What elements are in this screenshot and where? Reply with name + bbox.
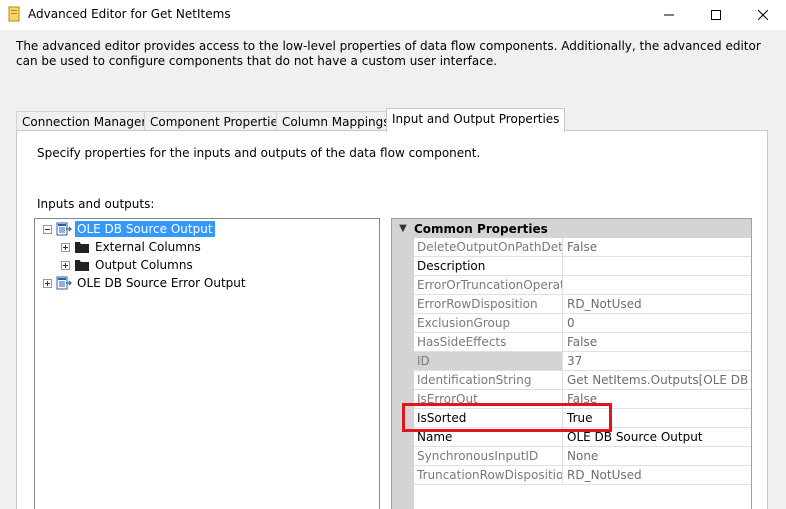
property-value[interactable]: RD_NotUsed xyxy=(564,295,751,313)
property-grid[interactable]: ▼ Common Properties DeleteOutputOnPathDe… xyxy=(391,218,752,509)
property-name: DeleteOutputOnPathDetach xyxy=(414,238,563,256)
property-name: TruncationRowDisposition xyxy=(414,466,563,484)
folder-icon xyxy=(75,260,89,271)
property-row-deleteoutputonpathdetach[interactable]: DeleteOutputOnPathDetach False xyxy=(414,238,751,257)
property-row-errorortruncationoperation[interactable]: ErrorOrTruncationOperation xyxy=(414,276,751,295)
property-row-iserrorout[interactable]: IsErrorOut False xyxy=(414,390,751,409)
property-name: Name xyxy=(414,428,563,446)
property-name: ID xyxy=(414,352,563,370)
tree-item-ole-db-source-output[interactable]: OLE DB Source Output xyxy=(43,220,215,238)
maximize-icon xyxy=(711,9,721,20)
property-row-exclusiongroup[interactable]: ExclusionGroup 0 xyxy=(414,314,751,333)
property-row-errorrowdisposition[interactable]: ErrorRowDisposition RD_NotUsed xyxy=(414,295,751,314)
property-name: ErrorOrTruncationOperation xyxy=(414,276,563,294)
tab-input-output-properties[interactable]: Input and Output Properties xyxy=(386,108,566,132)
property-row-synchronousinputid[interactable]: SynchronousInputID None xyxy=(414,447,751,466)
property-value[interactable]: Get NetItems.Outputs[OLE DB Source Outpu… xyxy=(564,371,751,389)
expand-icon[interactable] xyxy=(61,242,70,252)
minimize-icon xyxy=(664,14,674,15)
tab-label: Connection Managers xyxy=(22,115,153,129)
title-bar: Advanced Editor for Get NetItems xyxy=(0,0,786,30)
close-button[interactable] xyxy=(740,0,786,29)
editor-description: The advanced editor provides access to t… xyxy=(16,39,761,68)
property-name: ErrorRowDisposition xyxy=(414,295,563,313)
collapse-icon[interactable] xyxy=(43,224,52,234)
tab-label: Input and Output Properties xyxy=(392,112,560,126)
property-value[interactable]: None xyxy=(564,447,751,465)
inputs-outputs-tree[interactable]: OLE DB Source Output External Columns Ou… xyxy=(34,218,380,509)
tab-label: Column Mappings xyxy=(282,115,390,129)
tab-label: Component Properties xyxy=(150,115,285,129)
expand-icon[interactable] xyxy=(61,260,70,270)
tab-panel: Specify properties for the inputs and ou… xyxy=(16,130,768,509)
property-row-description[interactable]: Description xyxy=(414,257,751,276)
property-name: HasSideEffects xyxy=(414,333,563,351)
property-value[interactable]: OLE DB Source Output xyxy=(564,428,751,446)
property-row-id[interactable]: ID 37 xyxy=(414,352,751,371)
property-row-name[interactable]: Name OLE DB Source Output xyxy=(414,428,751,447)
property-name: IsErrorOut xyxy=(414,390,563,408)
maximize-button[interactable] xyxy=(693,0,739,29)
property-name: SynchronousInputID xyxy=(414,447,563,465)
property-value[interactable]: RD_NotUsed xyxy=(564,466,751,484)
tree-item-label: OLE DB Source Error Output xyxy=(77,276,246,290)
output-icon xyxy=(56,222,72,236)
expand-icon[interactable] xyxy=(43,278,52,288)
panel-description: Specify properties for the inputs and ou… xyxy=(37,146,481,160)
property-value[interactable] xyxy=(564,257,751,275)
folder-icon xyxy=(75,242,89,253)
close-icon xyxy=(758,9,768,20)
tree-item-label: OLE DB Source Output xyxy=(75,221,215,237)
output-icon xyxy=(56,276,72,290)
property-name: ExclusionGroup xyxy=(414,314,563,332)
property-name: IsSorted xyxy=(414,409,563,427)
property-value[interactable]: False xyxy=(564,390,751,408)
tree-item-label: External Columns xyxy=(95,240,201,254)
inputs-outputs-label: Inputs and outputs: xyxy=(37,197,155,211)
tab-connection-managers[interactable]: Connection Managers xyxy=(16,111,159,131)
property-value[interactable]: 37 xyxy=(564,352,751,370)
tree-item-label: Output Columns xyxy=(95,258,193,272)
property-value[interactable]: False xyxy=(564,333,751,351)
minimize-button[interactable] xyxy=(646,0,692,29)
property-row-hassideeffects[interactable]: HasSideEffects False xyxy=(414,333,751,352)
grid-gutter xyxy=(392,238,414,509)
window-title: Advanced Editor for Get NetItems xyxy=(28,7,231,21)
property-name: Description xyxy=(414,257,563,275)
category-label: Common Properties xyxy=(414,221,548,236)
chevron-down-icon[interactable]: ▼ xyxy=(392,223,414,234)
property-value[interactable] xyxy=(564,276,751,294)
tree-item-ole-db-source-error-output[interactable]: OLE DB Source Error Output xyxy=(43,274,248,292)
property-name: IdentificationString xyxy=(414,371,563,389)
tree-item-external-columns[interactable]: External Columns xyxy=(61,238,203,256)
property-row-issorted[interactable]: IsSorted True xyxy=(414,409,751,428)
property-value[interactable]: False xyxy=(564,238,751,256)
category-common-properties[interactable]: ▼ Common Properties xyxy=(392,219,751,238)
app-icon xyxy=(8,6,20,22)
property-value[interactable]: True xyxy=(564,409,751,427)
property-row-identificationstring[interactable]: IdentificationString Get NetItems.Output… xyxy=(414,371,751,390)
tab-column-mappings[interactable]: Column Mappings xyxy=(276,111,396,131)
tab-component-properties[interactable]: Component Properties xyxy=(144,111,291,131)
property-row-truncationrowdisposition[interactable]: TruncationRowDisposition RD_NotUsed xyxy=(414,466,751,485)
property-value[interactable]: 0 xyxy=(564,314,751,332)
tree-item-output-columns[interactable]: Output Columns xyxy=(61,256,195,274)
